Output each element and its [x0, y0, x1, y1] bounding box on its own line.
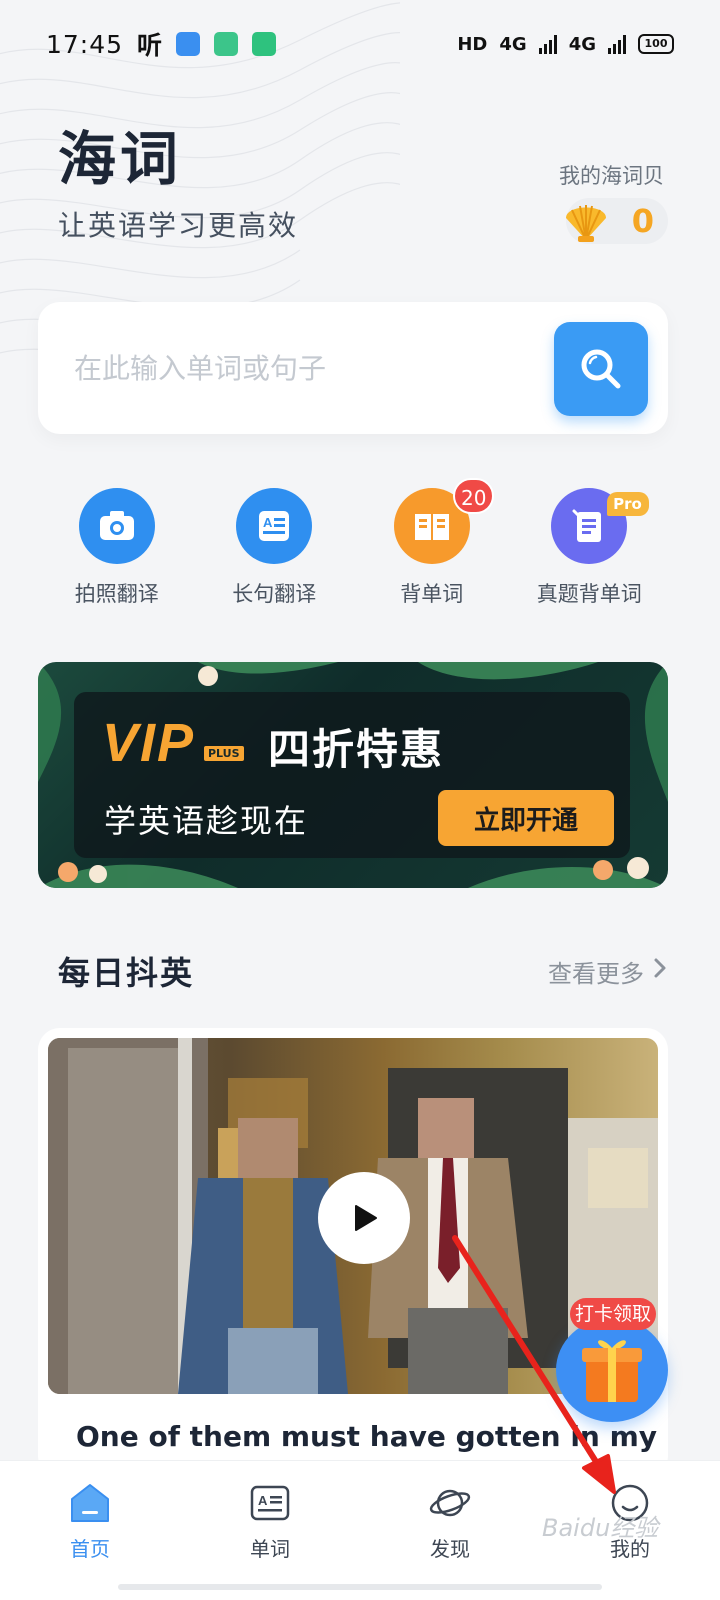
signal-label-2: 4G [568, 33, 596, 55]
play-icon [355, 1205, 377, 1231]
video-caption: One of them must have gotten in my [76, 1420, 658, 1453]
feature-photo-translate-circle [78, 488, 155, 564]
feature-exam-words[interactable]: Pro 真题背单词 [511, 488, 669, 608]
feature-sentence-translate-circle: A [236, 488, 313, 564]
vip-logo-text: VIP [102, 713, 196, 773]
status-time: 17:45 [46, 29, 124, 59]
app-brand-title: 海词 [58, 125, 183, 193]
battery-icon: 100 [638, 34, 674, 54]
tab-label: 发现 [430, 1537, 470, 1561]
feature-label: 拍照翻译 [74, 582, 159, 606]
chevron-right-icon[interactable] [648, 952, 672, 984]
cloud-notification-icon [176, 32, 201, 56]
hd-indicator: HD [457, 33, 488, 55]
feature-label: 背单词 [400, 582, 464, 606]
feature-sentence-translate[interactable]: A 长句翻译 [196, 488, 354, 608]
search-card [38, 302, 668, 434]
home-indicator [118, 1584, 602, 1590]
tab-discover[interactable]: 发现 [360, 1461, 540, 1600]
play-button[interactable] [318, 1172, 410, 1264]
word-card-icon: A [250, 1485, 290, 1521]
vip-offer-subtitle: 学英语趁现在 [104, 802, 309, 840]
shell-label[interactable]: 我的海词贝 [559, 160, 664, 190]
search-icon [581, 349, 621, 389]
signal-icon [538, 34, 557, 54]
vip-promo-banner[interactable]: VIP PLUS 四折特惠 学英语趁现在 立即开通 [38, 662, 668, 888]
feature-label: 长句翻译 [232, 582, 317, 606]
pro-badge: Pro [606, 492, 649, 516]
search-input[interactable] [74, 338, 514, 398]
document-text-icon: A [259, 511, 290, 541]
status-bar: 17:45 听 HD 4G 4G 100 [0, 0, 720, 88]
battery-notification-icon [252, 32, 277, 56]
feature-memorize-words[interactable]: 20 背单词 [353, 478, 511, 608]
home-icon [71, 1484, 109, 1522]
vip-offer-title: 四折特惠 [268, 725, 445, 774]
app-slogan: 让英语学习更高效 [58, 209, 299, 242]
status-left: 17:45 听 [46, 26, 277, 62]
vip-plus-tag: PLUS [204, 746, 244, 761]
shell-balance-pill[interactable]: 0 [566, 198, 668, 244]
activate-vip-button[interactable]: 立即开通 [438, 790, 614, 846]
listen-app-indicator: 听 [137, 31, 163, 60]
gift-box-icon [582, 1340, 642, 1402]
signal-icon-2 [608, 34, 626, 54]
signal-label-1: 4G [499, 33, 527, 55]
watermark-text: Baidu经验 [542, 1514, 659, 1542]
search-button[interactable] [554, 322, 648, 416]
see-more-link[interactable]: 查看更多 [548, 954, 644, 989]
feature-shortcuts: 拍照翻译 A 长句翻译 20 背单词 Pro 真题背单词 [38, 478, 669, 608]
app-notification-icon [214, 32, 239, 56]
checkin-gift-button[interactable] [556, 1318, 668, 1422]
tab-home[interactable]: 首页 [0, 1461, 180, 1600]
section-title-daily-video: 每日抖英 [58, 954, 195, 992]
tab-words[interactable]: A 单词 [180, 1461, 360, 1600]
shell-icon [566, 205, 606, 242]
planet-icon [429, 1489, 471, 1517]
checkin-reward-tag: 打卡领取 [570, 1298, 656, 1330]
status-right: HD 4G 4G 100 [457, 34, 674, 55]
tab-label: 单词 [250, 1537, 290, 1561]
svg-text:A: A [263, 515, 273, 530]
feature-label: 真题背单词 [536, 582, 642, 606]
tab-label: 首页 [70, 1537, 110, 1561]
camera-icon [99, 511, 134, 540]
banner-content: VIP PLUS 四折特惠 学英语趁现在 立即开通 [74, 692, 630, 858]
open-book-icon [414, 514, 449, 540]
word-count-badge: 20 [453, 478, 495, 514]
exam-paper-icon [572, 509, 602, 542]
feature-photo-translate[interactable]: 拍照翻译 [38, 488, 196, 608]
shell-count: 0 [631, 202, 654, 240]
svg-text:A: A [258, 1493, 268, 1508]
